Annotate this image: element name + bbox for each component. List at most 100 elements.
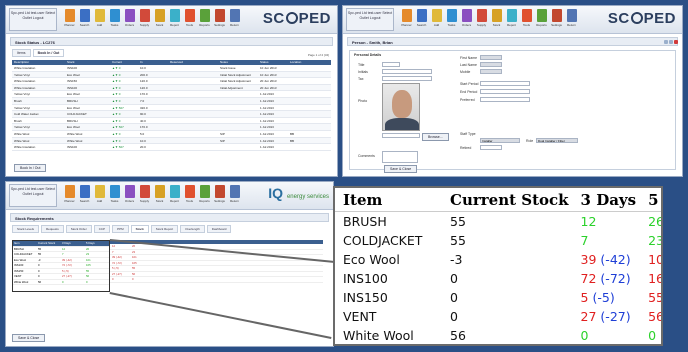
table-cell — [170, 131, 220, 137]
toolbar-button-supply[interactable]: Supply — [138, 185, 151, 207]
toolbar-button-tasks[interactable]: Tasks — [108, 185, 121, 207]
toolbar-button-reports[interactable]: Reports — [535, 9, 548, 31]
tab-book-in-out[interactable]: Book In / Out — [32, 49, 65, 57]
toolbar-button-orders[interactable]: Orders — [123, 9, 136, 31]
table-row[interactable]: Yellow Vinyl Eco Wool ▲▼ 0 170.0 1 Jul 2013 — [12, 91, 331, 98]
toolbar-button-tools[interactable]: Tools — [183, 9, 196, 31]
tab-items[interactable]: Items — [12, 49, 31, 57]
table-row[interactable]: White Insulation INS150 ▲▼ 0 120.0 Initial S… — [12, 78, 331, 85]
tab-stock[interactable]: Stock — [130, 225, 149, 233]
table-row[interactable]: Yellow Vinyl Eco Wool ▲▼ 507 320.0 1 Jul 201… — [12, 105, 331, 112]
toolbar-button-add[interactable]: Add — [93, 185, 106, 207]
tab-requests[interactable]: Requests — [41, 225, 64, 233]
toolbar-button-return[interactable]: Return — [228, 185, 241, 207]
close-icon[interactable] — [674, 40, 678, 44]
photo-path-field[interactable] — [382, 133, 420, 138]
table-row: Eco Wool-339 (-42)101 (- — [335, 250, 661, 269]
tab-stock-levels[interactable]: Stock Levels — [12, 225, 40, 233]
table-cell: 101 — [86, 257, 91, 262]
toolbar-button-planner[interactable]: Planner — [63, 185, 76, 207]
table-row[interactable]: Brush BRUSH ▲▼ 0 40.0 1 Jul 2013 — [12, 118, 331, 125]
toolbar-button-add[interactable]: Add — [93, 9, 106, 31]
toolbar-button-planner[interactable]: Planner — [400, 9, 413, 31]
person-photo — [382, 83, 420, 131]
user-box[interactable]: Spc-ped Ltd test-user Select Outlet Logo… — [346, 8, 394, 31]
print-icon[interactable] — [669, 40, 673, 44]
role-select[interactable]: Dual Installer / Fitter — [536, 138, 578, 143]
toolbar-button-supply[interactable]: Supply — [138, 9, 151, 31]
mobile-field[interactable] — [480, 69, 502, 74]
toolbar-button-orders[interactable]: Orders — [460, 9, 473, 31]
save-close-button[interactable]: Save & Close — [384, 165, 418, 173]
toolbar-button-stock[interactable]: Stock — [153, 185, 166, 207]
toolbar-button-return[interactable]: Return — [228, 9, 241, 31]
toolbar-button-orders[interactable]: Orders — [123, 185, 136, 207]
title-field[interactable] — [382, 62, 400, 67]
table-cell: White Wool — [67, 138, 83, 143]
tab-ccp[interactable]: CCP — [93, 225, 111, 233]
toolbar-button-tasks[interactable]: Tasks — [108, 9, 121, 31]
tab-overlength[interactable]: Overlength — [180, 225, 205, 233]
toolbar-button-planner[interactable]: Planner — [63, 9, 76, 31]
toolbar-button-tools[interactable]: Tools — [183, 185, 196, 207]
comments-field[interactable] — [382, 151, 418, 163]
five-day-cell: 101 (- — [640, 250, 661, 269]
table-row[interactable]: White Insulation INS100 ▲▼ 0 120.0 Initial A… — [12, 84, 331, 92]
save-close-button[interactable]: Save & Close — [12, 334, 46, 342]
table-row: BRUSH 55 12 26 — [335, 212, 661, 232]
toolbar-button-supply[interactable]: Supply — [475, 9, 488, 31]
toolbar-button-settings[interactable]: Settings — [550, 9, 563, 31]
toolbar-button-label: Search — [79, 199, 90, 203]
tab-dashboard[interactable]: Dashboard — [206, 225, 232, 233]
table-row[interactable]: White Insulation INS100 ▲▼ 0 10.0 Stock Issu… — [12, 65, 331, 72]
toolbar-button-tasks[interactable]: Tasks — [445, 9, 458, 31]
user-box[interactable]: Spc-ped Ltd test-user Select Outlet Logo… — [9, 184, 57, 207]
table-row[interactable]: Yellow Vinyl Eco Wool ▲▼ 507 170.0 1 Jul 201… — [12, 124, 331, 131]
toolbar-button-settings[interactable]: Settings — [213, 9, 226, 31]
toolbar-button-return[interactable]: Return — [565, 9, 578, 31]
help-icon[interactable] — [664, 40, 668, 44]
table-row[interactable]: Cold Water Jacket COLDJACKET ▲▼ 0 90.0 1 Jul… — [12, 111, 331, 118]
tab-stock-report[interactable]: Stock Report — [150, 225, 179, 233]
last-name-field[interactable] — [480, 62, 502, 67]
table-cell — [170, 118, 220, 124]
initials-field[interactable] — [382, 69, 432, 74]
retired-field[interactable] — [480, 145, 502, 150]
preferred-field[interactable] — [480, 97, 530, 102]
tab-stock-order[interactable]: Stock Order — [65, 225, 92, 233]
tab-ppm[interactable]: PPM — [112, 225, 129, 233]
toolbar-button-reports[interactable]: Reports — [198, 9, 211, 31]
book-in-out-button[interactable]: Book In / Out — [14, 164, 47, 172]
table-cell: INS100 — [67, 66, 78, 70]
table-row[interactable]: White Insulation INS100 ▲▼ 507 20.0 1 Jul 20… — [12, 144, 331, 151]
toolbar-button-report[interactable]: Report — [168, 9, 181, 31]
table-row[interactable]: Yellow Vinyl Eco Wool ▲▼ 0 200.0 Initial Sto… — [12, 71, 331, 79]
toolbar-button-report[interactable]: Report — [505, 9, 518, 31]
toolbar-button-stock[interactable]: Stock — [153, 9, 166, 31]
user-box[interactable]: Spc-ped Ltd test-user Select Outlet Logo… — [9, 8, 57, 31]
toolbar-button-tools[interactable]: Tools — [520, 9, 533, 31]
toolbar-button-search[interactable]: Search — [415, 9, 428, 31]
table-row[interactable]: Brush BRUSH ▲▼ 0 7.0 1 Jul 2013 — [12, 97, 331, 105]
tax-field[interactable] — [382, 76, 432, 81]
table-cell: White Wool — [67, 131, 83, 136]
toolbar-button-settings[interactable]: Settings — [213, 185, 226, 207]
toolbar-button-search[interactable]: Search — [78, 185, 91, 207]
toolbar-button-reports[interactable]: Reports — [198, 185, 211, 207]
table-row[interactable]: White Wool White Wool ▲▼ 0 10.0 SIP 1 Jul 201… — [12, 137, 331, 145]
toolbar-button-search[interactable]: Search — [78, 9, 91, 31]
stock-icon — [154, 9, 165, 22]
end-period-field[interactable] — [480, 89, 530, 94]
table-cell: 1 Jul 2013 — [260, 138, 274, 143]
table-row[interactable]: White Wool White Wool ▲▼ 0 5.0 SIP 1 Jul 2013… — [12, 131, 331, 138]
table-header-row: Item Current Stock 3 Days 5 Day — [335, 188, 661, 212]
toolbar-button-report[interactable]: Report — [168, 185, 181, 207]
start-period-field[interactable] — [480, 81, 530, 86]
toolbar-button-add[interactable]: Add — [430, 9, 443, 31]
toolbar-button-stock[interactable]: Stock — [490, 9, 503, 31]
table-cell: Brush — [14, 98, 22, 103]
first-name-field[interactable] — [480, 55, 502, 60]
staff-type-select[interactable]: Installer — [480, 138, 520, 143]
stock-grid: Description Stock Current In Reserved Notes St… — [12, 60, 331, 151]
browse-button[interactable]: Browse... — [422, 133, 449, 141]
